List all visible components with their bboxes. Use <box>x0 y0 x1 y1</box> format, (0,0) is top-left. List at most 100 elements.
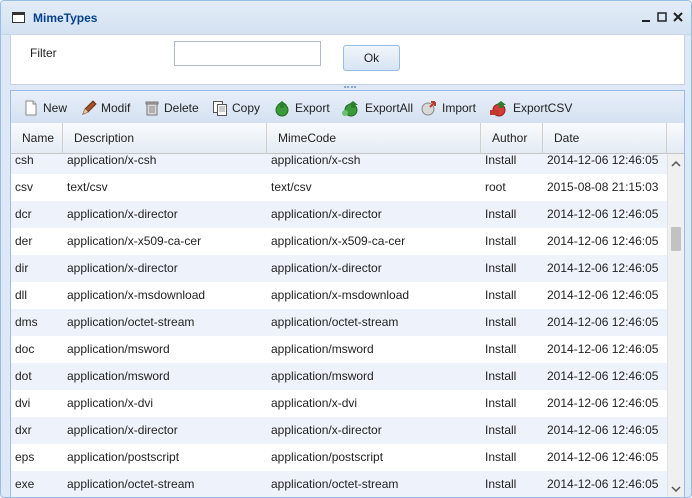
modif-button-label: Modif <box>101 101 131 115</box>
ok-button-label: Ok <box>363 51 380 65</box>
toolbar: New Modif Delete Copy Export ExportAll I… <box>10 90 685 124</box>
window-titlebar[interactable]: MimeTypes <box>1 1 691 35</box>
cell-description: application/msword <box>67 342 170 356</box>
export-button[interactable]: Export <box>273 97 330 119</box>
modif-button[interactable]: Modif <box>81 97 130 119</box>
exportcsv-button-label: ExportCSV <box>513 101 573 115</box>
table-row[interactable]: dms application/octet-stream application/o… <box>11 309 667 336</box>
cell-mimecode: application/postscript <box>271 450 384 464</box>
cell-date: 2014-12-06 12:46:05 <box>547 315 659 329</box>
cell-description: application/postscript <box>67 450 180 464</box>
cell-mimecode: application/x-csh <box>271 154 361 167</box>
table-row[interactable]: dot application/msword application/msword I… <box>11 363 667 390</box>
cell-author: Install <box>485 234 517 248</box>
vertical-scrollbar[interactable] <box>667 154 684 497</box>
cell-author: Install <box>485 396 517 410</box>
cell-description: application/x-csh <box>67 154 157 167</box>
table-row[interactable]: csh application/x-csh application/x-csh Ins… <box>11 154 667 174</box>
cell-mimecode: application/octet-stream <box>271 315 399 329</box>
maximize-icon[interactable] <box>655 10 669 24</box>
cell-name: dvi <box>15 396 31 410</box>
filter-input[interactable] <box>174 41 321 66</box>
cell-author: Install <box>485 342 517 356</box>
pencil-icon <box>82 100 97 115</box>
cell-name: dms <box>15 315 38 329</box>
table-row[interactable]: eps application/postscript application/pos… <box>11 444 667 471</box>
exportall-button[interactable]: ExportAll <box>341 97 413 119</box>
cell-author: Install <box>485 315 517 329</box>
cell-date: 2014-12-06 12:46:05 <box>547 369 659 383</box>
import-icon <box>421 101 436 116</box>
import-button-label: Import <box>442 101 477 115</box>
cell-description: text/csv <box>67 180 108 194</box>
column-header-mimecode[interactable]: MimeCode <box>267 123 481 154</box>
close-icon[interactable] <box>671 10 685 24</box>
table-row[interactable]: csv text/csv text/csv root 2015-08-08 21:15:… <box>11 174 667 201</box>
cell-author: Install <box>485 154 517 167</box>
column-header-date[interactable]: Date <box>543 123 667 154</box>
cell-mimecode: application/x-msdownload <box>271 288 410 302</box>
table-row[interactable]: exe application/octet-stream application/o… <box>11 471 667 497</box>
copy-button[interactable]: Copy <box>212 97 260 119</box>
cell-description: application/x-director <box>67 207 178 221</box>
splitter-grip[interactable] <box>344 86 356 88</box>
cell-date: 2014-12-06 12:46:05 <box>547 450 659 464</box>
cell-name: dcr <box>15 207 32 221</box>
window-title: MimeTypes <box>33 11 98 25</box>
scroll-up-icon[interactable] <box>668 156 684 172</box>
delete-button[interactable]: Delete <box>144 97 199 119</box>
filter-label: Filter <box>30 46 57 60</box>
new-button[interactable]: New <box>23 97 67 119</box>
cell-author: Install <box>485 423 517 437</box>
cell-description: application/octet-stream <box>67 477 195 491</box>
table-row[interactable]: dcr application/x-director application/x-d… <box>11 201 667 228</box>
table-row[interactable]: der application/x-x509-ca-cer application/… <box>11 228 667 255</box>
cell-date: 2014-12-06 12:46:05 <box>547 261 659 275</box>
cell-date: 2014-12-06 12:46:05 <box>547 154 659 167</box>
window-icon <box>12 12 25 23</box>
grid-rows: csh application/x-csh application/x-csh Ins… <box>11 154 667 497</box>
import-button[interactable]: Import <box>420 97 476 119</box>
cell-date: 2014-12-06 12:46:05 <box>547 396 659 410</box>
cell-author: Install <box>485 450 517 464</box>
scroll-thumb[interactable] <box>671 227 681 251</box>
export-all-icon <box>342 101 358 117</box>
exportcsv-button[interactable]: ExportCSV <box>489 97 572 119</box>
cell-description: application/octet-stream <box>67 315 195 329</box>
cell-mimecode: text/csv <box>271 180 312 194</box>
export-csv-icon <box>490 101 506 117</box>
export-icon <box>275 101 289 117</box>
column-header-description[interactable]: Description <box>63 123 267 154</box>
column-header-author[interactable]: Author <box>481 123 543 154</box>
table-row[interactable]: doc application/msword application/msword I… <box>11 336 667 363</box>
export-button-label: Export <box>295 101 330 115</box>
ok-button[interactable]: Ok <box>343 45 400 71</box>
cell-mimecode: application/x-x509-ca-cer <box>271 234 406 248</box>
cell-description: application/x-dvi <box>67 396 154 410</box>
copy-icon <box>213 101 227 116</box>
cell-name: csh <box>15 154 34 167</box>
new-button-label: New <box>43 101 68 115</box>
cell-name: dxr <box>15 423 32 437</box>
mimetypes-window: MimeTypes Filter Ok New Modif Delete Cop… <box>0 0 692 498</box>
cell-name: dll <box>15 288 28 302</box>
cell-author: Install <box>485 288 517 302</box>
minimize-icon[interactable] <box>639 10 653 24</box>
cell-mimecode: application/x-director <box>271 423 382 437</box>
filter-panel: Filter Ok <box>10 35 685 85</box>
cell-mimecode: application/msword <box>271 369 374 383</box>
cell-mimecode: application/octet-stream <box>271 477 399 491</box>
cell-description: application/x-director <box>67 261 178 275</box>
table-row[interactable]: dll application/x-msdownload application/x… <box>11 282 667 309</box>
cell-mimecode: application/x-director <box>271 261 382 275</box>
cell-author: root <box>485 180 506 194</box>
scroll-down-icon[interactable] <box>668 481 684 497</box>
cell-description: application/x-x509-ca-cer <box>67 234 202 248</box>
table-row[interactable]: dir application/x-director application/x-d… <box>11 255 667 282</box>
column-header-name[interactable]: Name <box>11 123 63 154</box>
table-row[interactable]: dvi application/x-dvi application/x-dvi Ins… <box>11 390 667 417</box>
cell-date: 2015-08-08 21:15:03 <box>547 180 659 194</box>
table-row[interactable]: dxr application/x-director application/x-d… <box>11 417 667 444</box>
trash-icon <box>145 101 159 116</box>
cell-mimecode: application/msword <box>271 342 374 356</box>
